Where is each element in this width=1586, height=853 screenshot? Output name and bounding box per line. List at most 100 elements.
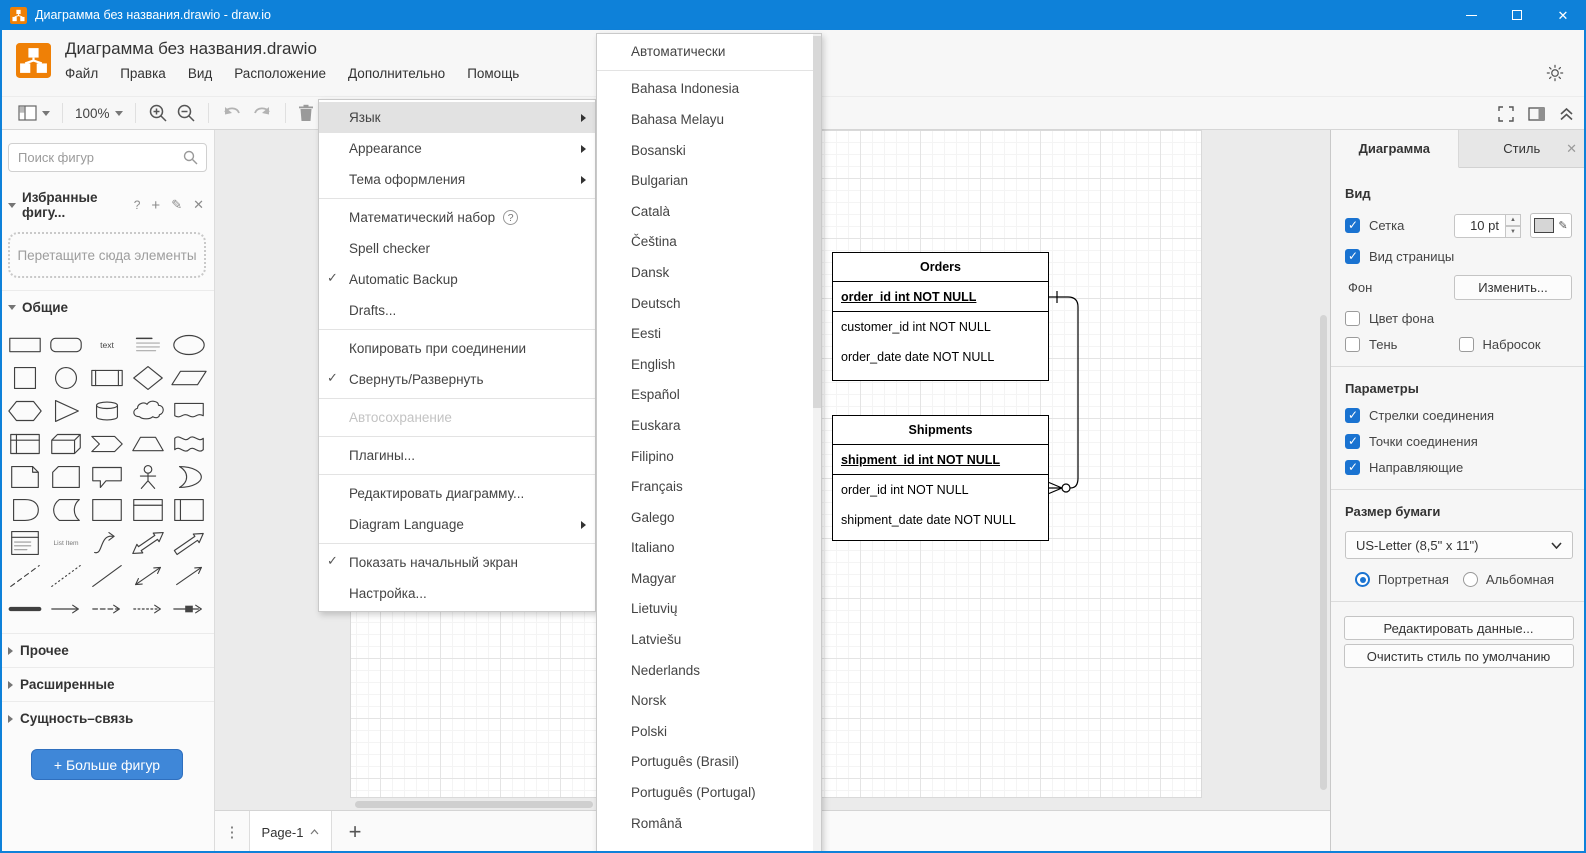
language-item[interactable]: Română (597, 808, 821, 839)
shape-cylinder[interactable] (86, 394, 127, 427)
er-table-shipments[interactable]: Shipments shipment_id int NOT NULL order_i… (832, 415, 1049, 541)
menubar-item[interactable]: Помощь (467, 66, 519, 81)
pages-menu-icon[interactable]: ⋮ (215, 811, 249, 853)
shape-square[interactable] (4, 361, 45, 394)
language-item[interactable]: Galego (597, 502, 821, 533)
zoom-out-button[interactable] (172, 100, 200, 126)
er-table-row[interactable]: order_date date NOT NULL (833, 342, 1048, 372)
minimize-button[interactable] (1448, 0, 1494, 30)
shape-container[interactable] (86, 493, 127, 526)
shape-curve[interactable] (86, 526, 127, 559)
pencil-icon[interactable]: ✎ (171, 197, 182, 213)
language-item[interactable]: Français (597, 471, 821, 502)
grid-color-button[interactable]: ✎ (1530, 213, 1572, 238)
section-general[interactable]: Общие (0, 290, 214, 324)
language-item[interactable]: Magyar (597, 563, 821, 594)
bg-color-checkbox[interactable] (1345, 311, 1360, 326)
shape-line[interactable] (86, 559, 127, 592)
change-background-button[interactable]: Изменить... (1454, 275, 1572, 300)
format-panel-icon[interactable] (1528, 106, 1545, 121)
shape-bidirectional-arrow[interactable] (128, 526, 169, 559)
shape-rectangle[interactable] (4, 328, 45, 361)
language-item[interactable]: Bosanski (597, 135, 821, 166)
language-item[interactable]: Bulgarian (597, 165, 821, 196)
er-table-row[interactable]: customer_id int NOT NULL (833, 312, 1048, 342)
sun-icon[interactable] (1546, 64, 1564, 82)
shape-text[interactable]: text (86, 328, 127, 361)
menu-item[interactable]: Математический набор? (319, 202, 595, 233)
language-item[interactable]: Nederlands (597, 655, 821, 686)
fullscreen-icon[interactable] (1498, 105, 1514, 122)
shape-dashed-edge-2[interactable] (128, 592, 169, 625)
portrait-radio[interactable] (1355, 572, 1370, 587)
shape-or[interactable] (169, 460, 210, 493)
shape-directional-connector[interactable] (169, 559, 210, 592)
maximize-button[interactable] (1494, 0, 1540, 30)
language-item[interactable]: Автоматически (597, 36, 821, 67)
shape-callout[interactable] (86, 460, 127, 493)
shape-diamond[interactable] (128, 361, 169, 394)
language-item[interactable]: English (597, 349, 821, 380)
shape-arrow-edge[interactable] (45, 592, 86, 625)
shape-parallelogram[interactable] (169, 361, 210, 394)
language-item[interactable]: Dansk (597, 257, 821, 288)
shape-rounded-rectangle[interactable] (45, 328, 86, 361)
connection-arrows-checkbox[interactable] (1345, 408, 1360, 423)
language-item[interactable]: Euskara (597, 410, 821, 441)
zoom-level-button[interactable]: 100% (71, 100, 127, 126)
menu-item[interactable]: Редактировать диаграмму... (319, 478, 595, 509)
language-item[interactable]: Español (597, 380, 821, 411)
language-item[interactable]: Lietuvių (597, 594, 821, 625)
shape-textbox[interactable] (128, 328, 169, 361)
section-advanced[interactable]: Расширенные (0, 667, 214, 701)
er-table-row[interactable]: order_id int NOT NULL (833, 282, 1048, 312)
er-table-row[interactable]: shipment_date date NOT NULL (833, 505, 1048, 535)
collapse-toolbar-icon[interactable] (1559, 107, 1574, 121)
shape-labeled-edge[interactable] (169, 592, 210, 625)
page-view-checkbox[interactable] (1345, 249, 1360, 264)
shape-tape[interactable] (169, 427, 210, 460)
menubar-item[interactable]: Файл (65, 66, 98, 81)
shape-step[interactable] (86, 427, 127, 460)
shape-dotted-line[interactable] (45, 559, 86, 592)
grid-checkbox[interactable] (1345, 218, 1360, 233)
favorites-dropzone[interactable]: Перетащите сюда элементы (8, 232, 206, 278)
menu-item[interactable]: Drafts... (319, 295, 595, 326)
language-item[interactable]: Català (597, 196, 821, 227)
vertical-scrollbar[interactable] (1320, 315, 1327, 790)
menu-item[interactable]: Копировать при соединении (319, 333, 595, 364)
language-item[interactable]: Latviešu (597, 624, 821, 655)
menu-item[interactable]: Тема оформления (319, 164, 595, 195)
shape-list-item[interactable]: List Item (45, 526, 86, 559)
menu-item[interactable]: Spell checker (319, 233, 595, 264)
language-item[interactable]: Čeština (597, 227, 821, 258)
section-er[interactable]: Сущность–связь (0, 701, 214, 735)
language-item[interactable]: Italiano (597, 533, 821, 564)
language-item[interactable]: Norsk (597, 685, 821, 716)
language-item[interactable]: Polski (597, 716, 821, 747)
er-table-orders[interactable]: Orders order_id int NOT NULL customer_id i… (832, 252, 1049, 381)
clear-default-style-button[interactable]: Очистить стиль по умолчанию (1343, 644, 1574, 668)
close-panel-icon[interactable]: ✕ (1566, 141, 1577, 157)
shape-internal-storage[interactable] (4, 427, 45, 460)
page-view-button[interactable] (14, 100, 54, 126)
shape-bidirectional-connector[interactable] (128, 559, 169, 592)
shape-link[interactable] (4, 592, 45, 625)
menu-item[interactable]: Язык (319, 102, 595, 133)
er-table-row[interactable]: shipment_id int NOT NULL (833, 445, 1048, 475)
section-misc[interactable]: Прочее (0, 633, 214, 667)
language-item[interactable]: Filipino (597, 441, 821, 472)
guides-checkbox[interactable] (1345, 460, 1360, 475)
shape-card[interactable] (45, 460, 86, 493)
menubar-item[interactable]: Правка (120, 66, 166, 81)
grid-size-up[interactable]: ▲ (1506, 213, 1521, 226)
shape-container-side[interactable] (169, 493, 210, 526)
shape-note[interactable] (4, 460, 45, 493)
language-item[interactable]: Bahasa Indonesia (597, 74, 821, 105)
favorites-section-header[interactable]: Избранные фигу... ? + ✎ ✕ (0, 182, 214, 226)
er-table-row[interactable]: order_id int NOT NULL (833, 475, 1048, 505)
language-item[interactable]: Bahasa Melayu (597, 104, 821, 135)
landscape-radio[interactable] (1462, 572, 1478, 587)
shape-trapezoid[interactable] (128, 427, 169, 460)
menu-item[interactable]: Плагины... (319, 440, 595, 471)
